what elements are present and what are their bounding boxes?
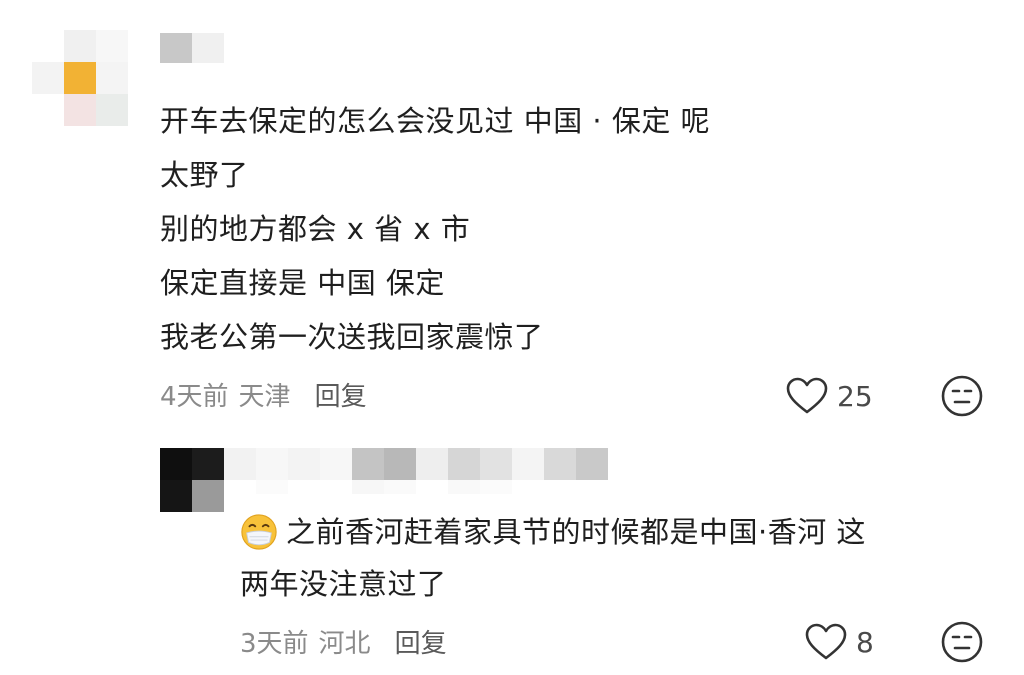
location: 河北: [318, 628, 371, 659]
username[interactable]: [160, 33, 224, 63]
like-button[interactable]: 8: [804, 620, 874, 664]
like-button[interactable]: 25: [785, 374, 873, 418]
reply-meta: 3天前 河北 回复: [240, 619, 447, 663]
avatar[interactable]: [32, 30, 128, 126]
comment-meta: 4天前 天津 回复: [160, 372, 367, 416]
comment-line: 开车去保定的怎么会没见过 中国 · 保定 呢: [160, 104, 711, 138]
reply-button[interactable]: 回复: [315, 376, 367, 413]
reply-line: 两年没注意过了: [240, 558, 866, 610]
location: 天津: [238, 381, 291, 412]
reply-button[interactable]: 回复: [395, 623, 447, 660]
dislike-button[interactable]: [940, 374, 984, 422]
reply-username[interactable]: [224, 448, 640, 480]
comment-line: 别的地方都会 x 省 x 市: [160, 212, 471, 246]
neutral-face-icon: [941, 621, 983, 663]
heart-outline-icon: [805, 623, 847, 660]
reply-username-blur: [224, 480, 640, 494]
timestamp: 3天前: [240, 628, 309, 659]
heart-outline-icon: [786, 377, 828, 414]
like-count: 25: [837, 379, 873, 413]
comment-text: 开车去保定的怎么会没见过 中国 · 保定 呢 太野了 别的地方都会 x 省 x …: [160, 94, 710, 364]
reply-line-text: 之前香河赶着家具节的时候都是中国·香河 这: [286, 515, 866, 549]
reply-text: 之前香河赶着家具节的时候都是中国·香河 这 两年没注意过了: [240, 506, 866, 610]
dislike-button[interactable]: [940, 620, 984, 668]
reply-line-text: 两年没注意过了: [240, 567, 447, 601]
reply-avatar[interactable]: [160, 448, 224, 512]
like-count: 8: [856, 625, 874, 659]
comment-line: 我老公第一次送我回家震惊了: [160, 320, 544, 354]
neutral-face-icon: [941, 375, 983, 417]
reply-line: 之前香河赶着家具节的时候都是中国·香河 这: [240, 506, 866, 558]
face-with-medical-mask-emoji: [241, 514, 277, 550]
comment-line: 保定直接是 中国 保定: [160, 266, 445, 300]
comment-line: 太野了: [160, 158, 249, 192]
timestamp: 4天前: [160, 381, 229, 412]
